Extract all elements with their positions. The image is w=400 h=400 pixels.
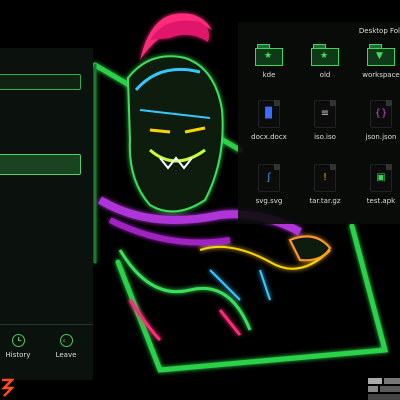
leave-button[interactable]: ‹ Leave [46,332,86,359]
desktop-item-kde[interactable]: ★ kde [243,44,295,79]
password-field[interactable] [0,154,81,175]
item-label: docx.docx [251,133,287,141]
desktop-item-workspace[interactable]: ▼ workspace [355,44,400,79]
desktop-folder-title: Desktop Fol [358,27,400,35]
item-label: test.apk [366,197,396,205]
text-file-icon: ≡ [314,100,336,128]
item-label: workspace [362,71,400,79]
item-label: old [319,71,331,79]
username-field[interactable] [0,74,81,90]
history-label: History [5,351,31,359]
desktop-item-apk[interactable]: ▣ test.apk [355,164,400,205]
divider [0,324,93,325]
desktop-item-docx[interactable]: ▉ docx.docx [243,100,295,141]
vector-file-icon: ʃ [258,164,280,192]
desktop-item-svg[interactable]: ʃ svg.svg [243,164,295,205]
item-label: tar.tar.gz [309,197,341,205]
folder-icon: ★ [311,44,339,66]
item-label: iso.iso [314,133,336,141]
item-label: svg.svg [255,197,283,205]
login-panel: History ‹ Leave [0,48,93,380]
item-label: json.json [365,133,397,141]
clock-icon [11,334,25,347]
desktop-item-iso[interactable]: ≡ iso.iso [299,100,351,141]
code-file-icon: {} [370,100,392,128]
desktop-item-json[interactable]: {} json.json [355,100,400,141]
back-arrow-icon: ‹ [59,334,73,347]
desktop-item-old[interactable]: ★ old [299,44,351,79]
folder-icon: ▼ [367,44,395,66]
history-button[interactable]: History [0,332,38,359]
item-label: kde [262,71,276,79]
warning-file-icon: ! [314,164,336,192]
folder-icon: ★ [255,44,283,66]
desktop-folder-panel: Desktop Fol ★ kde ★ old ▼ workspace ▉ do… [238,22,400,224]
desktop-item-tar[interactable]: ! tar.tar.gz [299,164,351,205]
leave-label: Leave [55,351,77,359]
logo-icon [0,378,14,397]
document-icon: ▉ [258,100,280,128]
system-tray[interactable] [368,378,400,400]
android-file-icon: ▣ [370,164,392,192]
